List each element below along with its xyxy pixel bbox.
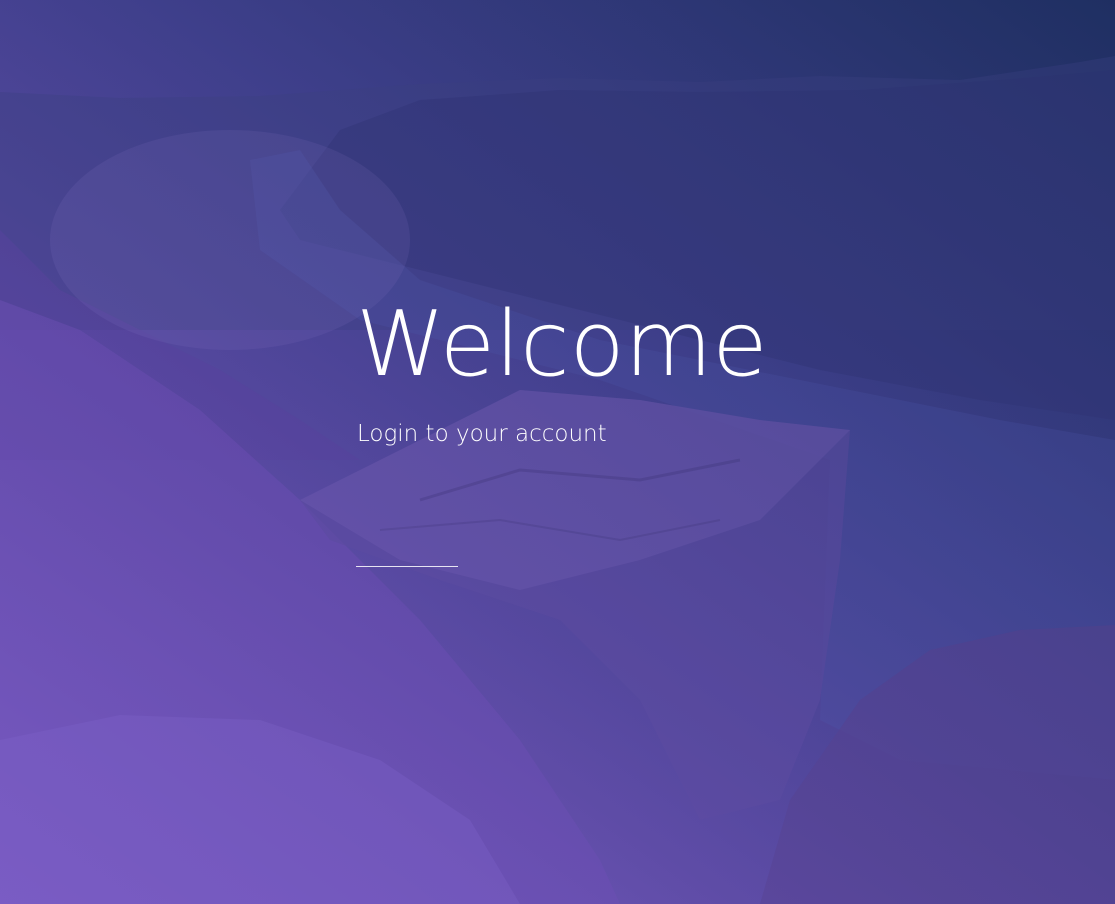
- gradient-overlay: [0, 0, 1115, 904]
- login-hero: Welcome Login to your account: [0, 0, 1115, 904]
- welcome-block: Welcome Login to your account: [356, 290, 768, 450]
- title-divider: [356, 566, 458, 567]
- page-title: Welcome: [356, 292, 768, 397]
- page-subtitle: Login to your account: [357, 421, 607, 447]
